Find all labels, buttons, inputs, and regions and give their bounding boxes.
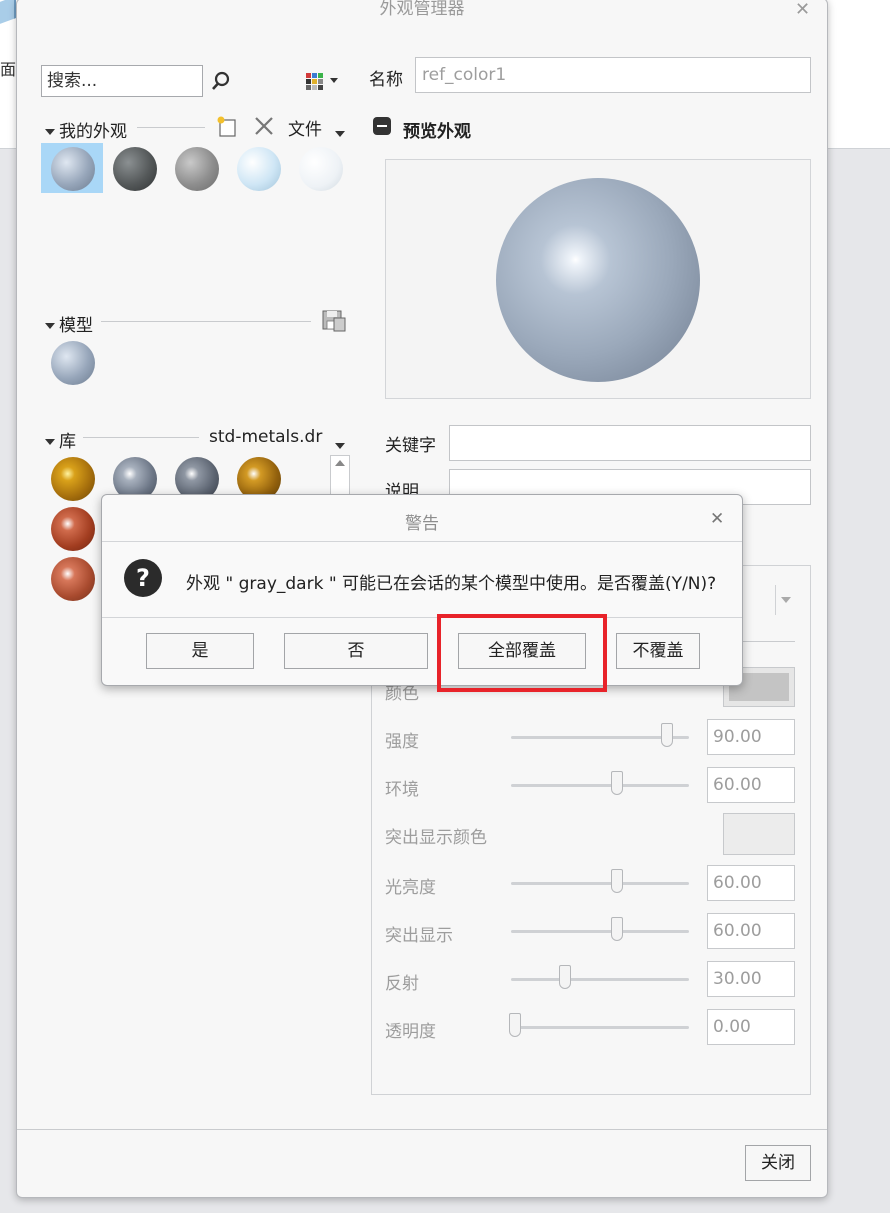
no-button[interactable]: 否 [284, 633, 428, 669]
collapse-icon [45, 129, 55, 135]
highlight-slider-thumb[interactable] [611, 917, 623, 941]
scroll-up-icon[interactable] [335, 460, 345, 466]
library-label: 库 [59, 432, 76, 452]
background-label: 面 [0, 60, 17, 79]
dialog-title: 警告 [405, 514, 439, 534]
chevron-down-icon[interactable] [335, 123, 349, 142]
chevron-down-icon[interactable] [335, 435, 349, 454]
search-icon[interactable] [209, 69, 233, 97]
no-overwrite-button[interactable]: 不覆盖 [616, 633, 700, 669]
preview-sphere [496, 178, 700, 382]
model-label: 模型 [59, 316, 93, 336]
highlight-color-button[interactable] [723, 813, 795, 855]
divider [83, 437, 199, 438]
ambient-label: 环境 [385, 780, 419, 800]
shininess-slider-thumb[interactable] [611, 869, 623, 893]
delete-icon[interactable] [253, 115, 275, 141]
close-icon[interactable]: ✕ [795, 0, 810, 20]
save-icon[interactable] [321, 309, 347, 337]
collapse-icon [45, 323, 55, 329]
close-button[interactable]: 关闭 [745, 1145, 811, 1181]
highlight-box [437, 614, 607, 692]
library-select[interactable]: std-metals.dr [209, 427, 327, 447]
library-header[interactable]: 库 [45, 427, 76, 452]
transparency-input[interactable]: 0.00 [707, 1009, 795, 1045]
name-input[interactable]: ref_color1 [415, 57, 811, 93]
library-swatch-copper-light[interactable] [51, 557, 95, 601]
ambient-slider[interactable] [511, 784, 689, 787]
keyword-label: 关键字 [385, 436, 436, 456]
yes-button[interactable]: 是 [146, 633, 254, 669]
transparency-slider-thumb[interactable] [509, 1013, 521, 1037]
transparency-slider[interactable] [511, 1026, 689, 1029]
file-menu[interactable]: 文件 [288, 115, 322, 140]
collapse-icon[interactable] [373, 117, 391, 135]
intensity-label: 强度 [385, 732, 419, 752]
intensity-slider-thumb[interactable] [661, 723, 673, 747]
reflection-input[interactable]: 30.00 [707, 961, 795, 997]
divider [102, 617, 742, 618]
appearance-swatch[interactable] [299, 147, 343, 191]
library-scrollbar[interactable] [330, 455, 350, 495]
shininess-slider[interactable] [511, 882, 689, 885]
model-appearance-swatch[interactable] [51, 341, 95, 385]
chevron-down-icon[interactable] [775, 585, 796, 615]
dialog-message: 外观 " gray_dark " 可能已在会话的某个模型中使用。是否覆盖(Y/N… [186, 574, 717, 594]
keyword-input[interactable] [449, 425, 811, 461]
preview-label: 预览外观 [403, 122, 471, 142]
reflection-label: 反射 [385, 974, 419, 994]
my-appearances-label: 我的外观 [59, 122, 127, 142]
my-appearances-header[interactable]: 我的外观 [45, 117, 127, 142]
library-swatch-gold[interactable] [51, 457, 95, 501]
ambient-input[interactable]: 60.00 [707, 767, 795, 803]
footer-divider [17, 1129, 827, 1130]
collapse-icon [45, 439, 55, 445]
ambient-slider-thumb[interactable] [611, 771, 623, 795]
transparency-label: 透明度 [385, 1022, 436, 1042]
divider [101, 321, 311, 322]
appearance-swatch[interactable] [237, 147, 281, 191]
warning-dialog: 警告 ✕ ? 外观 " gray_dark " 可能已在会话的某个模型中使用。是… [101, 494, 743, 686]
file-menu-label: 文件 [288, 120, 322, 140]
shininess-input[interactable]: 60.00 [707, 865, 795, 901]
shininess-label: 光亮度 [385, 878, 436, 898]
appearance-swatch[interactable] [175, 147, 219, 191]
highlight-input[interactable]: 60.00 [707, 913, 795, 949]
preview-panel [385, 159, 811, 399]
palette-icon[interactable] [305, 71, 341, 95]
appearance-swatch[interactable] [113, 147, 157, 191]
search-input[interactable]: 搜索... [41, 65, 203, 97]
model-header[interactable]: 模型 [45, 311, 93, 336]
divider [102, 541, 742, 542]
highlight-color-label: 突出显示颜色 [385, 828, 487, 848]
highlight-slider[interactable] [511, 930, 689, 933]
reflection-slider-thumb[interactable] [559, 965, 571, 989]
library-swatch-copper[interactable] [51, 507, 95, 551]
new-appearance-icon[interactable] [215, 115, 239, 143]
appearance-swatch[interactable] [51, 147, 95, 191]
close-icon[interactable]: ✕ [710, 509, 724, 529]
name-label: 名称 [369, 70, 403, 90]
question-icon: ? [124, 559, 162, 597]
intensity-input[interactable]: 90.00 [707, 719, 795, 755]
highlight-label: 突出显示 [385, 926, 453, 946]
divider [137, 127, 205, 128]
reflection-slider[interactable] [511, 978, 689, 981]
window-title: 外观管理器 [379, 0, 465, 19]
